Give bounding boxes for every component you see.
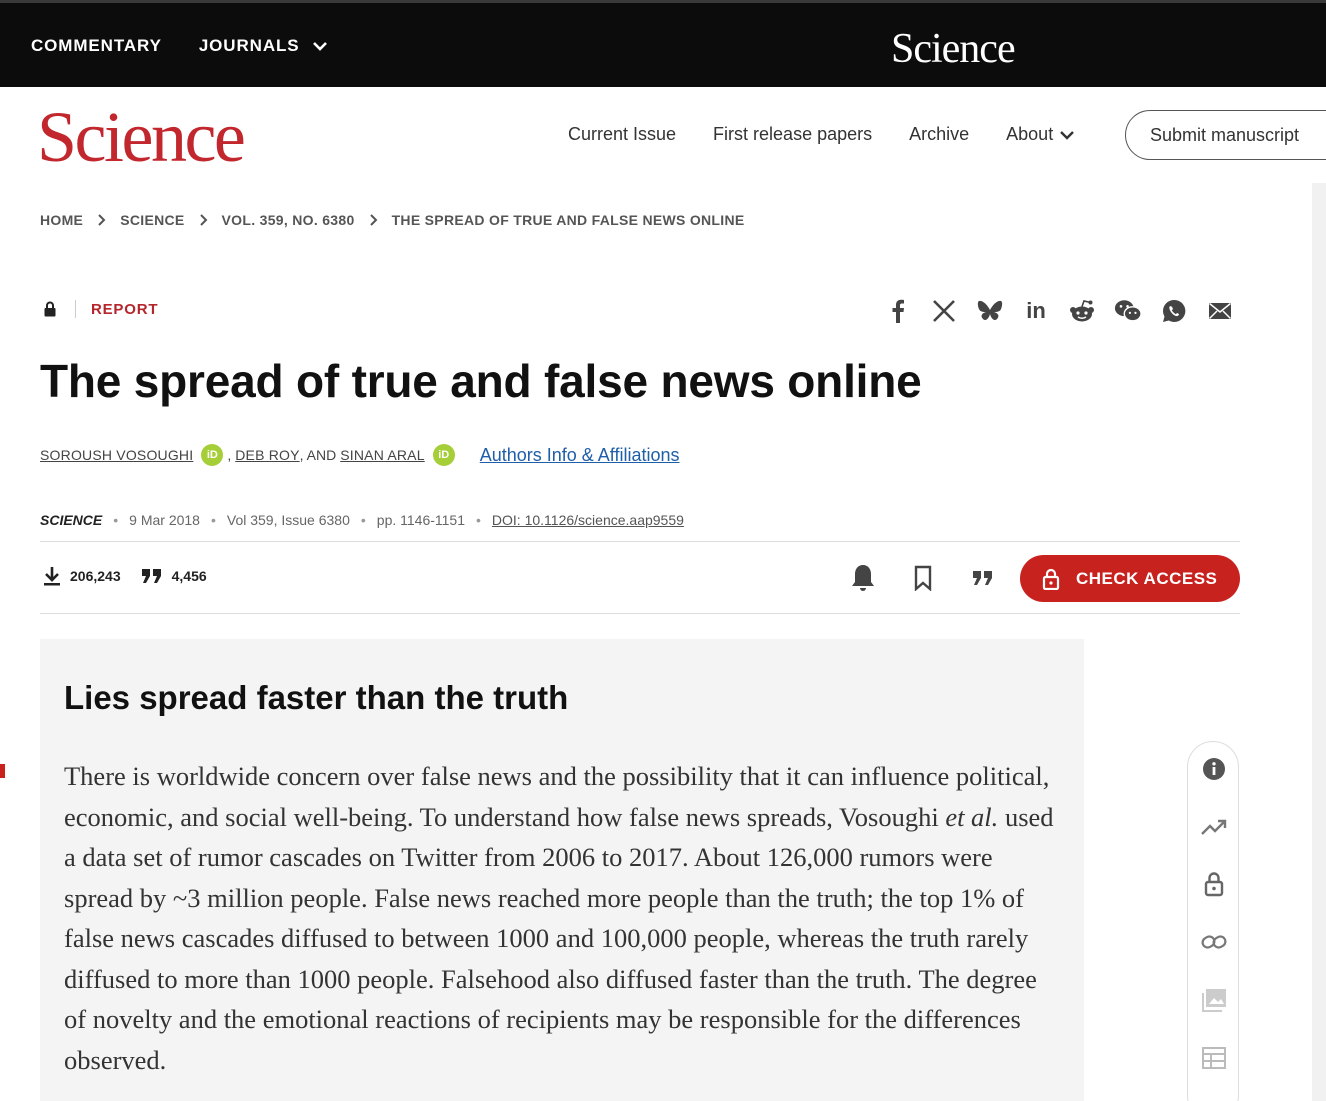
chevron-right-icon	[199, 214, 208, 226]
page-range: pp. 1146-1151	[376, 512, 466, 528]
author-list: SOROUSH VOSOUGHI iD , DEB ROY , AND SINA…	[40, 444, 680, 466]
breadcrumb: HOME SCIENCE VOL. 359, NO. 6380 THE SPRE…	[40, 212, 745, 228]
download-icon	[44, 567, 60, 586]
orcid-icon[interactable]: iD	[201, 444, 224, 466]
nav-about[interactable]: About	[1006, 124, 1075, 145]
volume-issue: Vol 359, Issue 6380	[226, 512, 350, 528]
commentary-link[interactable]: COMMENTARY	[31, 36, 162, 56]
bookmark-icon[interactable]	[908, 563, 938, 593]
lock-icon	[1042, 568, 1060, 590]
meta-separator: •	[113, 512, 119, 528]
author-link[interactable]: SINAN ARAL	[340, 447, 424, 463]
submit-manuscript-button[interactable]: Submit manuscript	[1125, 110, 1326, 160]
summary-text-part: There is worldwide concern over false ne…	[64, 761, 1050, 832]
meta-separator: •	[360, 512, 366, 528]
section-marker	[0, 764, 5, 778]
share-bar: in	[884, 297, 1234, 325]
scrollbar-track[interactable]	[1312, 183, 1326, 1101]
publication-date: 9 Mar 2018	[129, 512, 200, 528]
doi-link[interactable]: DOI: 10.1126/science.aap9559	[492, 512, 684, 528]
article-type-line: REPORT	[43, 300, 158, 318]
chevron-right-icon	[97, 214, 106, 226]
citations-count: 4,456	[171, 568, 207, 584]
article-type-badge: REPORT	[91, 300, 159, 318]
nav-about-label: About	[1006, 124, 1054, 144]
summary-heading: Lies spread faster than the truth	[64, 679, 569, 716]
summary-text-part: used a data set of rumor cascades on Twi…	[64, 801, 1054, 1075]
journal-name: SCIENCE	[40, 512, 103, 528]
author-separator: , AND	[299, 447, 337, 463]
summary-text: There is worldwide concern over false ne…	[64, 756, 1064, 1080]
link-icon[interactable]	[1201, 929, 1227, 955]
top-nav: COMMENTARY JOURNALS	[31, 36, 328, 56]
email-icon[interactable]	[1206, 297, 1234, 325]
summary-italic: et al.	[945, 801, 999, 832]
article-metrics: 206,243 4,456	[43, 566, 227, 586]
linkedin-icon[interactable]: in	[1022, 297, 1050, 325]
editor-summary: Lies spread faster than the truth There …	[40, 639, 1084, 1101]
wechat-icon[interactable]	[1114, 297, 1142, 325]
x-icon[interactable]	[930, 297, 958, 325]
breadcrumb-science[interactable]: SCIENCE	[120, 212, 184, 228]
divider	[40, 613, 1240, 614]
nav-first-release-papers[interactable]: First release papers	[713, 124, 872, 145]
cite-icon[interactable]	[968, 563, 998, 593]
article-actions	[848, 563, 1028, 593]
breadcrumb-home[interactable]: HOME	[40, 212, 83, 228]
article-title: The spread of true and false news online	[40, 355, 922, 407]
check-access-button[interactable]: CHECK ACCESS	[1020, 555, 1240, 602]
divider	[75, 300, 76, 318]
article-meta: SCIENCE • 9 Mar 2018 • Vol 359, Issue 63…	[40, 512, 684, 528]
lock-icon[interactable]	[1201, 871, 1227, 897]
meta-separator: •	[210, 512, 216, 528]
orcid-icon[interactable]: iD	[432, 444, 455, 466]
author-link[interactable]: SOROUSH VOSOUGHI	[40, 447, 193, 463]
author-separator: ,	[227, 447, 232, 463]
journals-label: JOURNALS	[198, 36, 300, 55]
image-icon[interactable]	[1201, 987, 1227, 1013]
citations-metric[interactable]: 4,456	[141, 568, 207, 584]
chevron-down-icon	[312, 42, 327, 51]
check-access-label: CHECK ACCESS	[1076, 568, 1218, 588]
meta-separator: •	[476, 512, 481, 528]
science-logo[interactable]: Science	[37, 101, 246, 173]
bluesky-icon[interactable]	[976, 297, 1004, 325]
site-header: Science Current Issue First release pape…	[0, 87, 1326, 183]
main-nav: Current Issue First release papers Archi…	[568, 124, 1075, 145]
breadcrumb-volume[interactable]: VOL. 359, NO. 6380	[222, 212, 355, 228]
reddit-icon[interactable]	[1068, 297, 1096, 325]
science-brand-logo[interactable]: Science	[891, 25, 1016, 73]
chevron-down-icon	[1060, 130, 1075, 140]
quote-icon	[141, 569, 161, 583]
breadcrumb-current: THE SPREAD OF TRUE AND FALSE NEWS ONLINE	[391, 212, 745, 228]
facebook-icon[interactable]	[884, 297, 912, 325]
chevron-right-icon	[369, 214, 378, 226]
article-tools-rail	[1187, 741, 1239, 1101]
info-icon[interactable]	[1201, 756, 1227, 782]
downloads-metric[interactable]: 206,243	[43, 566, 121, 586]
nav-current-issue[interactable]: Current Issue	[568, 124, 676, 145]
nav-archive[interactable]: Archive	[909, 124, 969, 145]
whatsapp-icon[interactable]	[1160, 297, 1188, 325]
bell-icon[interactable]	[848, 563, 878, 593]
table-icon[interactable]	[1201, 1045, 1227, 1071]
downloads-count: 206,243	[70, 568, 121, 584]
trending-icon[interactable]	[1201, 814, 1227, 840]
top-bar: COMMENTARY JOURNALS Science	[0, 0, 1326, 87]
journals-dropdown[interactable]: JOURNALS	[199, 36, 328, 56]
author-link[interactable]: DEB ROY	[235, 447, 299, 463]
divider	[40, 541, 1240, 542]
authors-affiliations-link[interactable]: Authors Info & Affiliations	[480, 445, 680, 466]
lock-icon	[44, 301, 56, 317]
